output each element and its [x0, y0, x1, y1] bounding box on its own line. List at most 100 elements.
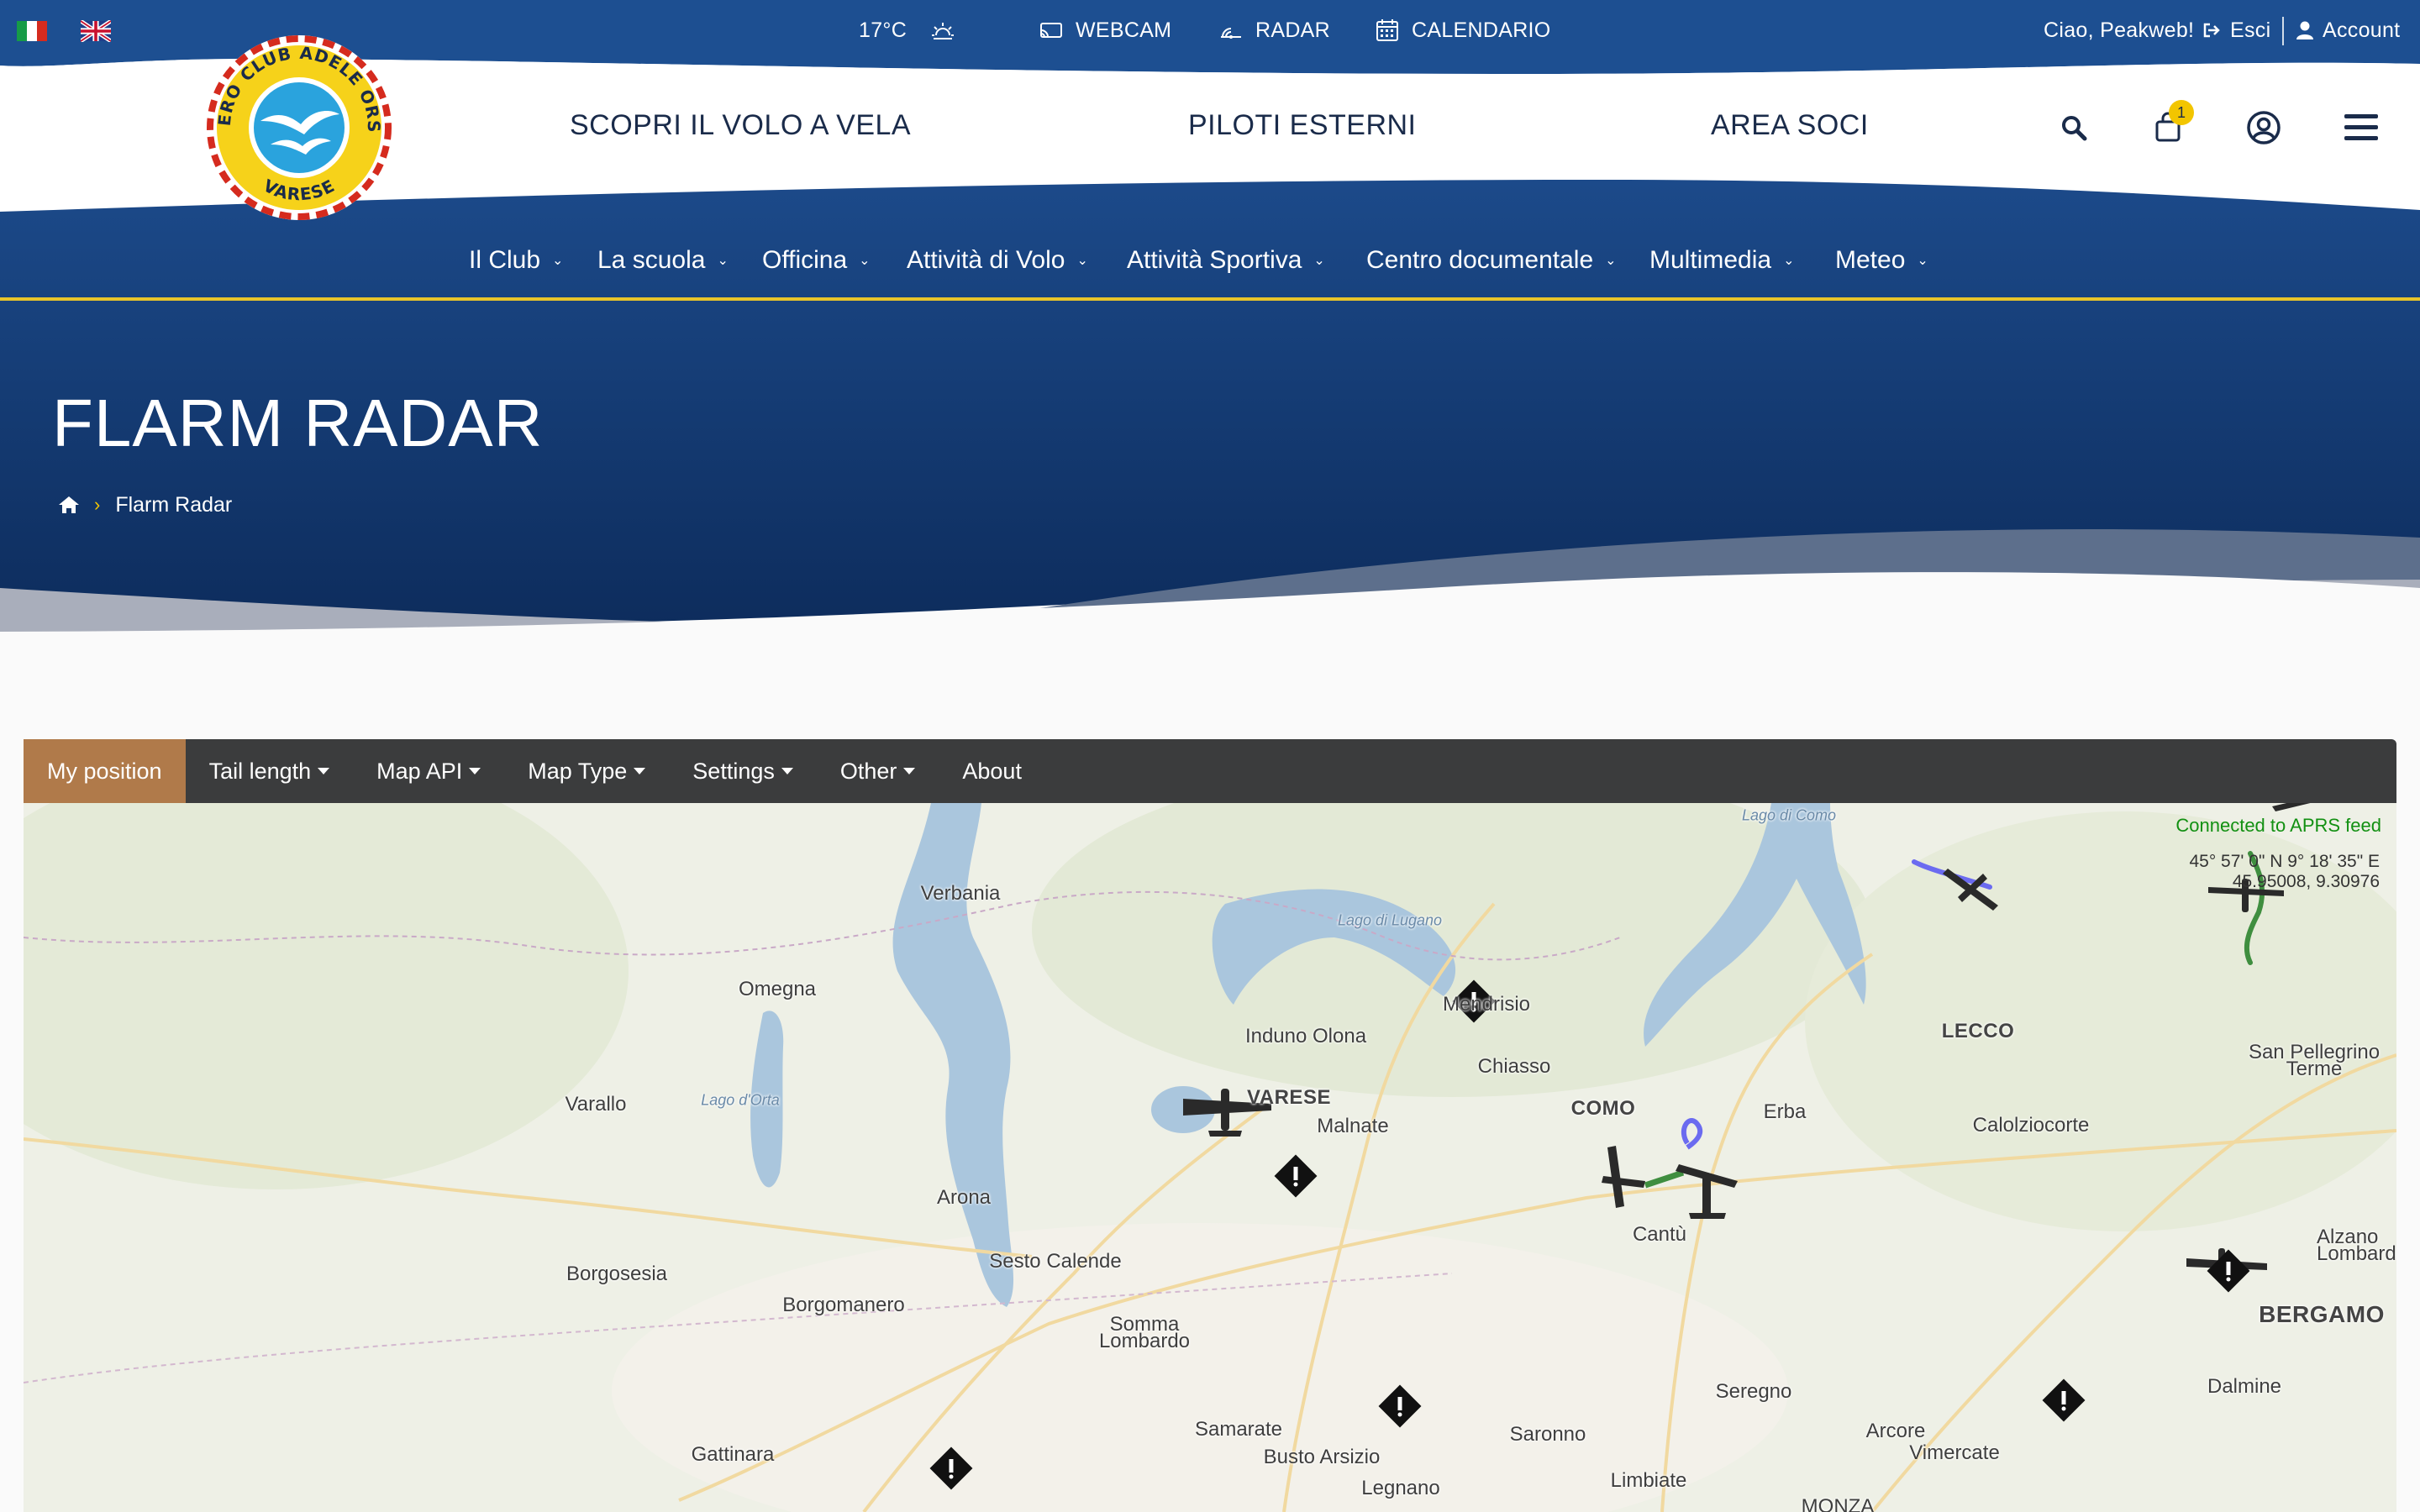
account-link[interactable]: Account: [2296, 15, 2400, 45]
chevron-down-icon: ⌄: [1605, 254, 1617, 268]
subnav-label: Il Club: [469, 246, 541, 274]
radar-icon: [1221, 28, 1241, 39]
caret-down-icon: [903, 768, 916, 774]
map-label: Borgomanero: [782, 1294, 905, 1316]
logout-icon: [2203, 23, 2220, 38]
caret-down-icon: [781, 768, 793, 774]
flarm-radar-map[interactable]: Verbania Omegna Varallo Arona Borgosesia…: [24, 803, 2396, 1512]
subnav-label: Multimedia: [1649, 246, 1772, 274]
subnav-il-club[interactable]: Il Club ⌄: [469, 244, 563, 277]
subnav-attivita-sportiva[interactable]: Attività Sportiva ⌄: [1127, 244, 1325, 277]
other-dropdown[interactable]: Other: [817, 739, 939, 803]
temperature-widget: 17°C: [859, 15, 955, 45]
cursor-coordinates-decimal: 45.95008, 9.30976: [2232, 872, 2380, 891]
chevron-down-icon: ⌄: [1076, 254, 1088, 268]
subnav-attivita-di-volo[interactable]: Attività di Volo ⌄: [907, 244, 1088, 277]
subnav-la-scuola[interactable]: La scuola ⌄: [597, 244, 729, 277]
map-label: Dalmine: [2207, 1375, 2282, 1398]
logout-link[interactable]: Esci: [2202, 15, 2270, 45]
calendar-link[interactable]: CALENDARIO: [1375, 15, 1551, 45]
webcam-link[interactable]: WEBCAM: [1039, 15, 1171, 45]
club-logo[interactable]: AERO CLUB ADELE ORSI VARESE: [205, 34, 393, 222]
search-button[interactable]: [2054, 108, 2094, 148]
topbar-divider: [2282, 17, 2284, 45]
subnav-multimedia[interactable]: Multimedia ⌄: [1649, 244, 1794, 277]
map-label: San Pellegrino Terme: [2248, 1041, 2381, 1080]
chevron-down-icon: ⌄: [1917, 254, 1928, 268]
caret-down-icon: [634, 768, 646, 774]
user-icon: [2296, 21, 2313, 39]
caret-down-icon: [469, 768, 481, 774]
map-lake-label: Lago di Lugano: [1337, 911, 1443, 929]
subnav-officina[interactable]: Officina ⌄: [762, 244, 871, 277]
nav-area-soci[interactable]: AREA SOCI: [1711, 109, 1869, 142]
map-label: Varallo: [565, 1093, 627, 1116]
settings-dropdown[interactable]: Settings: [669, 739, 817, 803]
breadcrumb: › Flarm Radar: [57, 491, 232, 519]
chevron-down-icon: ⌄: [859, 254, 871, 268]
map-api-dropdown[interactable]: Map API: [353, 739, 504, 803]
map-label: Omegna: [738, 978, 817, 1000]
my-position-button[interactable]: My position: [24, 739, 186, 803]
weather-sun-icon: [932, 23, 955, 39]
map-label: Seregno: [1715, 1380, 1792, 1403]
toolbar-label: Map API: [376, 758, 463, 784]
map-label: LECCO: [1941, 1020, 2015, 1042]
menu-button[interactable]: [2341, 108, 2381, 148]
map-label: Gattinara: [691, 1443, 775, 1466]
subnav-meteo[interactable]: Meteo ⌄: [1835, 244, 1928, 277]
chevron-down-icon: ⌄: [552, 254, 564, 268]
map-label: Erba: [1763, 1100, 1807, 1123]
map-label: Verbania: [920, 882, 1001, 905]
about-button[interactable]: About: [939, 739, 1045, 803]
radar-link[interactable]: RADAR: [1218, 15, 1330, 45]
map-label: Alzano Lombardo: [2317, 1226, 2396, 1265]
radar-label: RADAR: [1255, 18, 1331, 42]
toolbar-label: Other: [839, 758, 897, 784]
tail-length-dropdown[interactable]: Tail length: [186, 739, 354, 803]
map-label: Vimercate: [1909, 1441, 2000, 1464]
map-label: Borgosesia: [566, 1263, 668, 1285]
toolbar-label: Settings: [692, 758, 775, 784]
temperature-value: 17°C: [859, 18, 908, 42]
map-label: Mendrisio: [1442, 993, 1531, 1016]
cursor-coordinates-dms: 45° 57' 0" N 9° 18' 35" E: [2189, 852, 2380, 871]
calendar-icon: [1376, 19, 1398, 41]
subnav-centro-documentale[interactable]: Centro documentale ⌄: [1366, 244, 1617, 277]
user-profile-button[interactable]: [2244, 108, 2284, 148]
subnav-label: Attività Sportiva: [1127, 246, 1302, 274]
map-label: Busto Arsizio: [1263, 1446, 1381, 1468]
subnav-label: Centro documentale: [1366, 246, 1594, 274]
cart-count-badge: 1: [2169, 100, 2194, 125]
english-flag-icon[interactable]: [81, 20, 111, 42]
toolbar-label: Map Type: [528, 758, 628, 784]
page-title: FLARM RADAR: [52, 386, 544, 460]
home-icon[interactable]: [57, 495, 81, 515]
nav-scopri-volo-a-vela[interactable]: SCOPRI IL VOLO A VELA: [570, 109, 911, 142]
map-lake-label: Lago di Como: [1741, 806, 1837, 824]
search-icon: [2062, 116, 2087, 141]
map-type-dropdown[interactable]: Map Type: [504, 739, 669, 803]
subnav-label: La scuola: [597, 246, 706, 274]
subnav-label: Meteo: [1835, 246, 1906, 274]
webcam-label: WEBCAM: [1076, 18, 1172, 42]
map-lake-label: Lago d'Orta: [701, 1091, 780, 1109]
italian-flag-icon[interactable]: [17, 20, 47, 42]
breadcrumb-current: Flarm Radar: [115, 492, 233, 517]
map-label: Arona: [936, 1186, 992, 1209]
chevron-down-icon: ⌄: [1313, 254, 1325, 268]
map-base-layer: [24, 803, 2396, 1512]
webcam-icon: [1040, 23, 1062, 38]
nav-piloti-esterni[interactable]: PILOTI ESTERNI: [1188, 109, 1417, 142]
map-label: Samarate: [1194, 1418, 1283, 1441]
map-label: Arcore: [1865, 1420, 1926, 1442]
toolbar-label: About: [962, 758, 1022, 784]
hamburger-menu-icon: [2344, 114, 2378, 140]
map-label: Chiasso: [1477, 1055, 1551, 1078]
map-label: BERGAMO: [2259, 1301, 2385, 1327]
user-greeting: Ciao, Peakweb!: [2044, 15, 2194, 45]
map-label: Sesto Calende: [989, 1250, 1122, 1273]
map-label: Malnate: [1317, 1115, 1389, 1137]
user-circle-icon: [2247, 111, 2281, 144]
greeting-text: Ciao, Peakweb!: [2044, 18, 2195, 42]
